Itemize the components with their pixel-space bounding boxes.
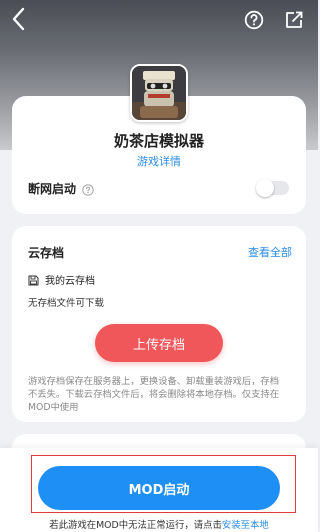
floppy-disk-icon: [28, 271, 39, 286]
no-save-text: 无存档文件可下载: [28, 298, 105, 309]
share-icon[interactable]: [284, 10, 304, 30]
install-local-link[interactable]: 安装至本地: [222, 520, 269, 531]
game-app-icon: [130, 64, 188, 122]
top-bar: [0, 0, 318, 40]
offline-launch-label: 断网启动: [28, 182, 77, 196]
install-note-text: 若此游戏在MOD中无法正常运行，请点击: [49, 520, 222, 531]
cloud-save-description: 游戏存档保存在服务器上，更换设备、卸载重装游戏后，存档不丢失。下载云存档文件后，…: [28, 376, 280, 413]
cloud-save-title: 云存档: [28, 246, 65, 260]
question-circle-icon[interactable]: [82, 181, 94, 196]
game-title: 奶茶店模拟器: [113, 132, 204, 150]
back-icon[interactable]: [8, 6, 30, 32]
help-icon[interactable]: [244, 10, 264, 30]
install-note: 若此游戏在MOD中无法正常运行，请点击安装至本地: [0, 517, 318, 531]
offline-launch-toggle[interactable]: [256, 179, 289, 197]
upload-save-button[interactable]: 上传存档: [95, 324, 223, 362]
mod-launch-button[interactable]: MOD启动: [38, 466, 280, 510]
toggle-knob: [256, 179, 274, 197]
view-all-link[interactable]: 查看全部: [248, 244, 292, 260]
game-detail-link[interactable]: 游戏详情: [0, 153, 318, 169]
my-cloud-save-label: 我的云存档: [45, 276, 95, 287]
